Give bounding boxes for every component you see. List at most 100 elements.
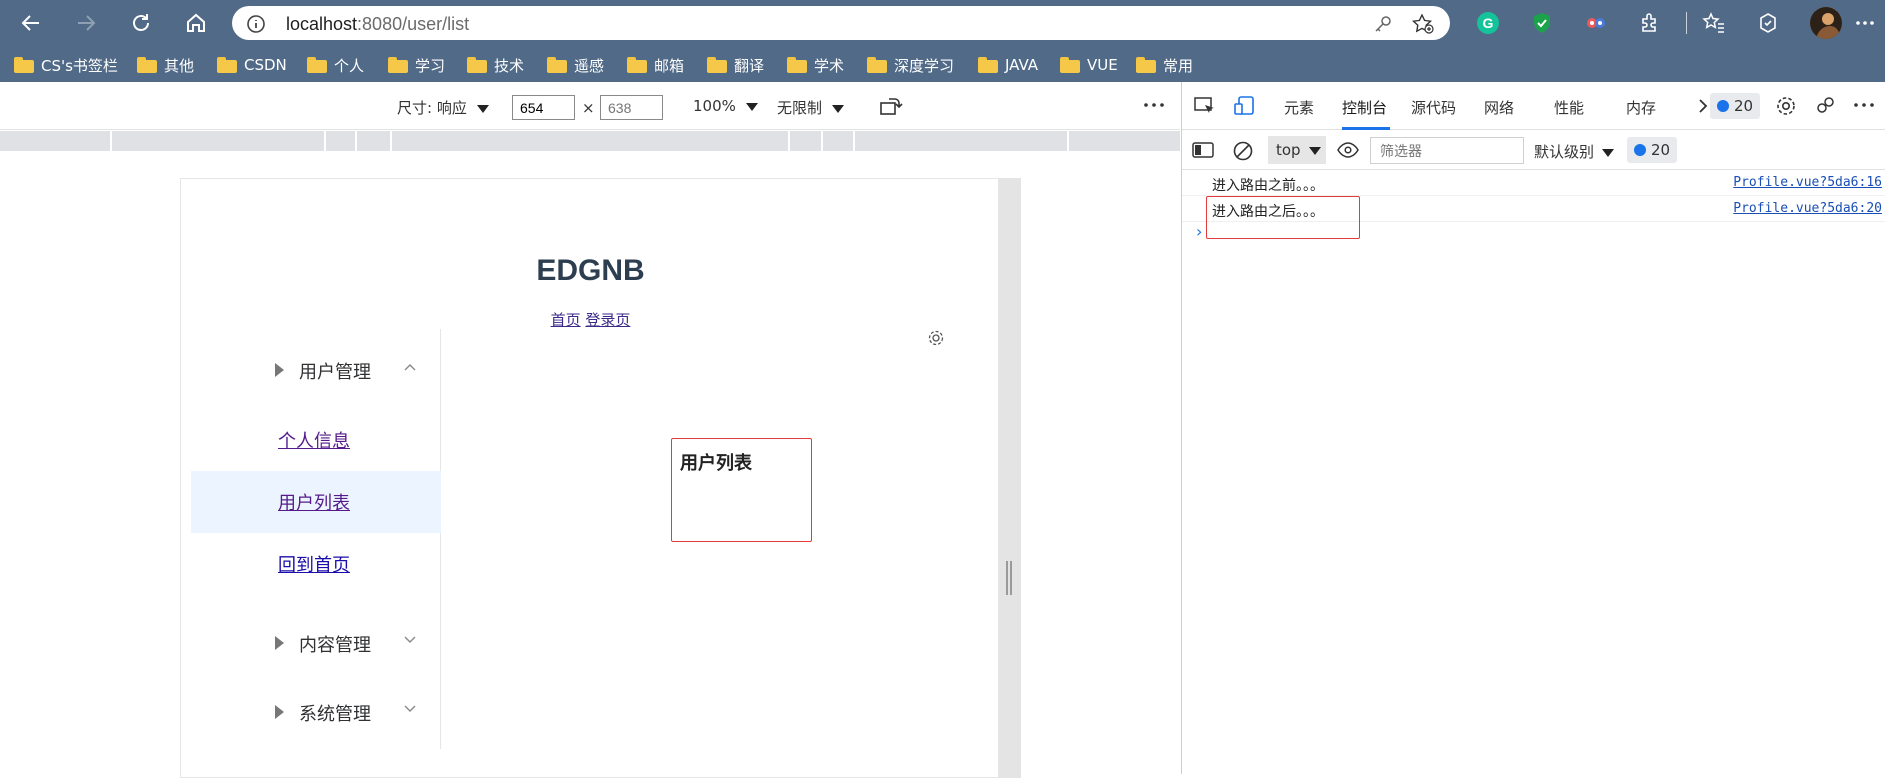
menu-group-user[interactable]: 用户管理 xyxy=(191,355,441,385)
extensions-puzzle-icon[interactable] xyxy=(1636,9,1664,37)
tab-network[interactable]: 网络 xyxy=(1484,97,1514,118)
bookmark-label: CS's书签栏 xyxy=(41,56,118,75)
owl-extension-icon[interactable] xyxy=(1582,9,1610,37)
bookmark-label: 深度学习 xyxy=(894,56,955,75)
info-icon[interactable] xyxy=(246,14,266,34)
issues-badge[interactable]: 20 xyxy=(1710,93,1761,119)
bookmark-folder[interactable]: 翻译 xyxy=(707,54,764,76)
folder-icon xyxy=(217,57,237,73)
menu-item-back-home[interactable]: 回到首页 xyxy=(191,533,441,595)
bookmark-folder[interactable]: 邮箱 xyxy=(627,54,684,76)
console-filter-input[interactable] xyxy=(1370,137,1524,164)
favorite-star-icon[interactable] xyxy=(1412,14,1434,34)
avatar[interactable] xyxy=(1810,7,1842,39)
login-link[interactable]: 登录页 xyxy=(585,311,630,329)
viewport-resize-handle[interactable] xyxy=(1006,561,1012,595)
throttle-dropdown[interactable]: 无限制 xyxy=(777,97,845,118)
height-input[interactable] xyxy=(600,95,663,120)
inspect-element-button[interactable] xyxy=(1194,96,1216,116)
console-log-row: 进入路由之前。。。 Profile.vue?5da6:16 xyxy=(1182,170,1885,196)
forward-button[interactable] xyxy=(71,8,101,38)
menu-group-label: 用户管理 xyxy=(299,362,371,383)
tab-memory[interactable]: 内存 xyxy=(1626,97,1656,118)
clear-console-icon[interactable] xyxy=(1232,140,1254,162)
bookmark-folder[interactable]: 学术 xyxy=(787,54,844,76)
app-nav-links: 首页 登录页 xyxy=(181,309,1000,330)
devtools-settings-button[interactable] xyxy=(1775,95,1797,117)
menu-item-profile[interactable]: 个人信息 xyxy=(191,409,441,471)
bookmark-label: 遥感 xyxy=(574,56,605,75)
ruler-tick xyxy=(853,131,855,151)
device-toolbar-toggle[interactable] xyxy=(1234,96,1256,116)
svg-text:G: G xyxy=(1483,15,1494,31)
log-level-dropdown[interactable]: 默认级别 xyxy=(1534,141,1615,162)
arrow-left-icon xyxy=(21,15,39,31)
reload-button[interactable] xyxy=(126,8,156,38)
triangle-right-icon xyxy=(275,363,284,377)
menu-group-content[interactable]: 内容管理 xyxy=(191,628,441,658)
log-source-link[interactable]: Profile.vue?5da6:20 xyxy=(1733,201,1882,216)
browser-toolbar: localhost:8080/user/list G xyxy=(0,0,1885,46)
home-link[interactable]: 首页 xyxy=(551,311,581,329)
menu-item-label[interactable]: 回到首页 xyxy=(278,551,350,577)
folder-icon xyxy=(1060,57,1080,73)
sidebar-toggle-icon[interactable] xyxy=(1192,141,1214,159)
media-query-ruler[interactable] xyxy=(0,131,1180,151)
console-issues-badge[interactable]: 20 xyxy=(1627,137,1678,163)
rotate-button[interactable] xyxy=(879,96,903,116)
bookmark-folder[interactable]: 个人 xyxy=(307,54,364,76)
key-icon[interactable] xyxy=(1374,15,1392,33)
grammarly-icon[interactable]: G xyxy=(1474,9,1502,37)
app-title: EDGNB xyxy=(536,254,645,287)
bookmark-folder[interactable]: CS's书签栏 xyxy=(14,54,118,76)
bookmark-folder[interactable]: 遥感 xyxy=(547,54,604,76)
context-selector[interactable]: top xyxy=(1268,136,1326,164)
emulation-canvas: EDGNB 首页 登录页 用户管理 个人信息 用户列表 回到首页 内容管理 系统… xyxy=(0,151,1180,778)
bookmark-folder[interactable]: VUE xyxy=(1060,54,1118,76)
bookmark-label: 邮箱 xyxy=(654,56,685,75)
back-button[interactable] xyxy=(16,8,46,38)
console-prompt[interactable]: › xyxy=(1196,222,1202,241)
tab-elements[interactable]: 元素 xyxy=(1284,97,1314,118)
devtools-tab-bar: 元素 控制台 源代码 网络 性能 内存 20 xyxy=(1182,82,1885,130)
zoom-dropdown[interactable]: 100% xyxy=(693,97,758,115)
bookmark-folder[interactable]: CSDN xyxy=(217,54,287,76)
width-input[interactable] xyxy=(512,95,575,120)
dimensions-dropdown[interactable]: 尺寸: 响应 xyxy=(397,97,489,118)
more-tabs-chevron-icon[interactable] xyxy=(1698,98,1710,114)
menu-item-label[interactable]: 个人信息 xyxy=(278,427,350,453)
tab-sources[interactable]: 源代码 xyxy=(1411,97,1456,118)
message-bubble-icon xyxy=(1717,100,1729,112)
folder-icon xyxy=(467,57,487,73)
bookmark-folder[interactable]: 学习 xyxy=(388,54,445,76)
context-label: top xyxy=(1276,141,1301,159)
log-source-link[interactable]: Profile.vue?5da6:16 xyxy=(1733,175,1882,190)
more-menu-icon[interactable] xyxy=(1851,9,1879,37)
menu-item-user-list[interactable]: 用户列表 xyxy=(191,471,441,533)
home-button[interactable] xyxy=(181,8,211,38)
side-menu: 用户管理 个人信息 用户列表 回到首页 内容管理 系统管理 xyxy=(191,329,441,749)
device-mode-icon xyxy=(1234,96,1254,115)
toolbar-divider xyxy=(1686,12,1687,34)
menu-group-system[interactable]: 系统管理 xyxy=(191,697,441,727)
bookmark-folder[interactable]: 常用 xyxy=(1136,54,1193,76)
favorites-icon[interactable] xyxy=(1700,9,1728,37)
menu-item-label[interactable]: 用户列表 xyxy=(278,489,350,515)
shield-check-icon[interactable] xyxy=(1528,9,1556,37)
url-text[interactable]: localhost:8080/user/list xyxy=(286,14,469,35)
settings-gear-icon[interactable] xyxy=(927,329,945,347)
devtools-more-button[interactable] xyxy=(1853,95,1875,115)
tab-performance[interactable]: 性能 xyxy=(1554,97,1584,118)
bookmark-folder[interactable]: 其他 xyxy=(137,54,194,76)
eye-icon[interactable] xyxy=(1337,142,1359,158)
bookmark-folder[interactable]: 技术 xyxy=(467,54,524,76)
collections-icon[interactable] xyxy=(1754,9,1782,37)
triangle-right-icon xyxy=(275,636,284,650)
people-icon xyxy=(1817,97,1834,113)
customize-button[interactable] xyxy=(1814,95,1836,117)
address-bar[interactable]: localhost:8080/user/list xyxy=(232,6,1450,40)
bookmark-folder[interactable]: 深度学习 xyxy=(867,54,954,76)
bookmark-folder[interactable]: JAVA xyxy=(978,54,1038,76)
tab-console[interactable]: 控制台 xyxy=(1342,97,1387,118)
emulation-more-button[interactable] xyxy=(1143,95,1165,115)
